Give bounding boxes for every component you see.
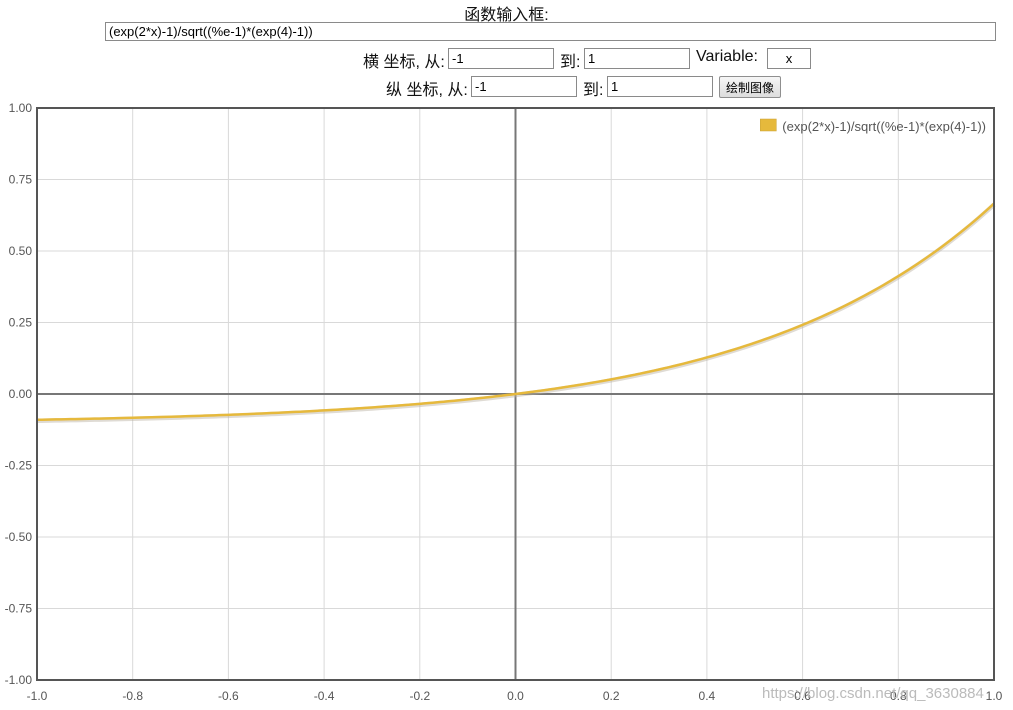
y-tick-label: 0.50 bbox=[9, 244, 33, 258]
x-tick-label: -0.8 bbox=[122, 689, 143, 703]
x-tick-label: -0.4 bbox=[314, 689, 335, 703]
y-tick-label: 0.00 bbox=[9, 387, 33, 401]
legend-swatch bbox=[760, 118, 777, 132]
y-tick-label: 1.00 bbox=[9, 101, 33, 115]
x-tick-label: 0.0 bbox=[507, 689, 524, 703]
legend: (exp(2*x)-1)/sqrt((%e-1)*(exp(4)-1)) bbox=[760, 118, 986, 134]
x-tick-label: -0.2 bbox=[409, 689, 430, 703]
x-tick-label: 0.2 bbox=[603, 689, 620, 703]
x-tick-label: -1.0 bbox=[27, 689, 48, 703]
y-tick-label: -1.00 bbox=[5, 673, 33, 687]
x-tick-label: 0.4 bbox=[699, 689, 716, 703]
y-tick-label: -0.75 bbox=[5, 602, 33, 616]
watermark-text: https://blog.csdn.net/qq_3630884 bbox=[762, 685, 984, 702]
legend-label: (exp(2*x)-1)/sqrt((%e-1)*(exp(4)-1)) bbox=[782, 119, 986, 134]
tick-labels: -1.0 -0.8 -0.6 -0.4 -0.2 0.0 0.2 0.4 0.6 0.8 1.01.… bbox=[5, 101, 1003, 703]
x-tick-label: -0.6 bbox=[218, 689, 239, 703]
y-tick-label: -0.50 bbox=[5, 530, 33, 544]
function-plot: -1.0 -0.8 -0.6 -0.4 -0.2 0.0 0.2 0.4 0.6 0.8 1.01.… bbox=[5, 101, 1003, 703]
x-tick-label: 1.0 bbox=[986, 689, 1003, 703]
y-tick-label: 0.75 bbox=[9, 173, 33, 187]
y-tick-label: -0.25 bbox=[5, 459, 33, 473]
y-tick-label: 0.25 bbox=[9, 316, 33, 330]
